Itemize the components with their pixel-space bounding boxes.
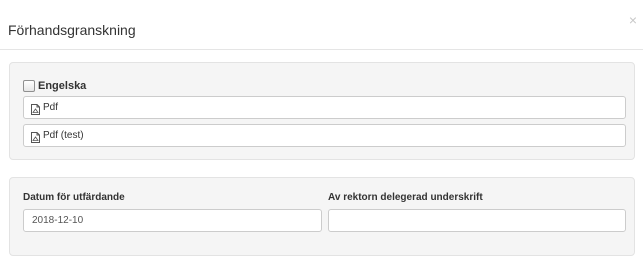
- modal-title: Förhandsgranskning: [8, 22, 136, 38]
- issue-date-label: Datum för utfärdande: [23, 192, 125, 203]
- delegated-signature-label: Av rektorn delegerad underskrift: [328, 192, 483, 203]
- modal-header: Förhandsgranskning ×: [0, 0, 643, 50]
- preview-modal: Förhandsgranskning × Engelska Pdf Pdf (t…: [0, 0, 643, 260]
- issue-date-input[interactable]: [23, 209, 322, 232]
- pdf-test-button-label: Pdf (test): [43, 130, 84, 141]
- pdf-file-icon: [31, 102, 40, 115]
- english-checkbox[interactable]: [23, 80, 35, 92]
- close-button[interactable]: ×: [629, 13, 637, 27]
- english-option: Engelska: [23, 79, 86, 93]
- pdf-file-icon: [31, 130, 40, 143]
- english-checkbox-label[interactable]: Engelska: [38, 80, 86, 92]
- fields-panel: Datum för utfärdande Av rektorn delegera…: [9, 177, 635, 256]
- delegated-signature-input[interactable]: [328, 209, 626, 232]
- languages-panel: Engelska Pdf Pdf (test): [9, 62, 635, 160]
- pdf-test-button[interactable]: Pdf (test): [23, 124, 626, 147]
- pdf-button[interactable]: Pdf: [23, 96, 626, 119]
- pdf-button-label: Pdf: [43, 102, 59, 113]
